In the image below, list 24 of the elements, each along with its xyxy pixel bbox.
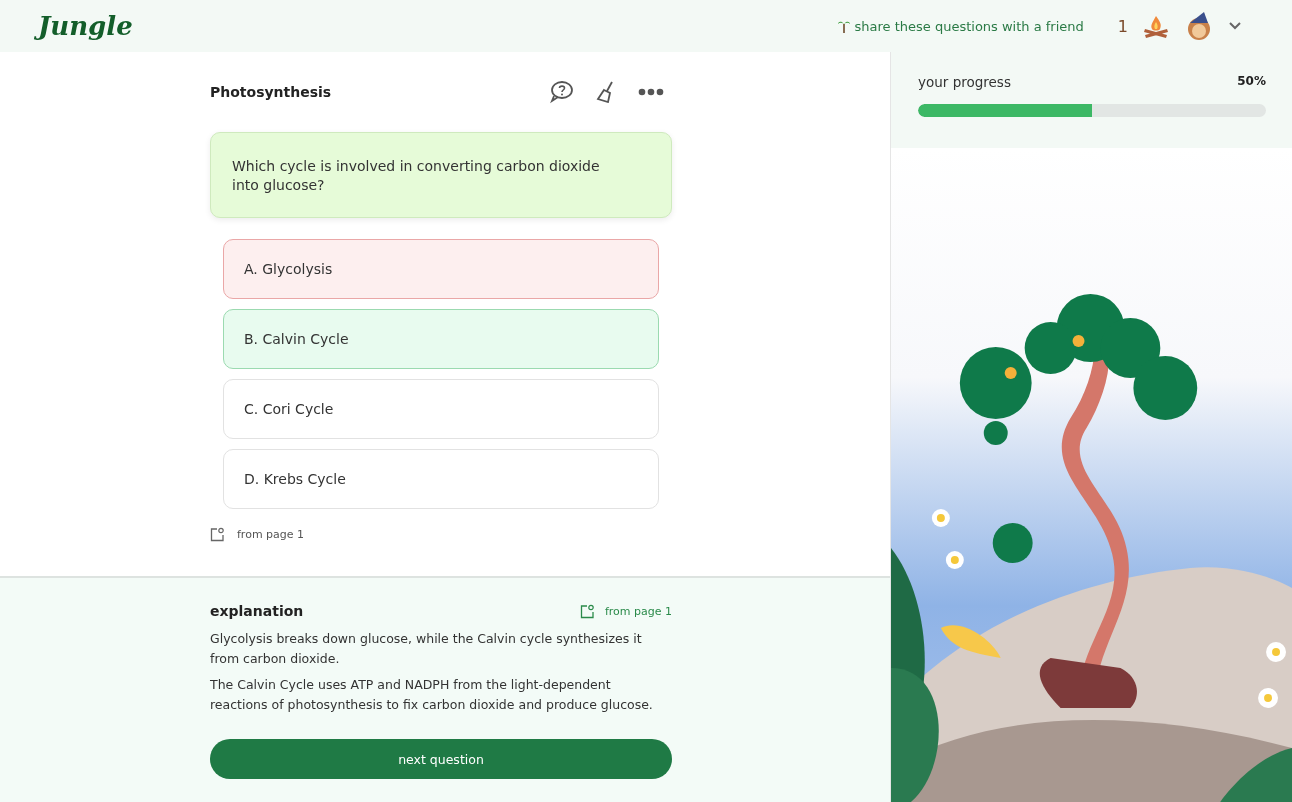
- answer-option[interactable]: D. Krebs Cycle: [223, 449, 659, 509]
- chevron-down-icon[interactable]: [1228, 21, 1242, 31]
- answer-option[interactable]: A. Glycolysis: [223, 239, 659, 299]
- broom-icon[interactable]: [596, 81, 616, 103]
- page-search-icon: [210, 527, 225, 542]
- streak-count: 1: [1117, 16, 1128, 36]
- campfire-icon: [1142, 14, 1170, 38]
- next-question-button[interactable]: next question: [210, 739, 672, 779]
- explanation-text: Glycolysis breaks down glucose, while the Calvin cycle synthesizes it from carbon dioxide.: [210, 630, 643, 668]
- explanation-title: explanation: [210, 603, 304, 619]
- more-icon[interactable]: [638, 88, 664, 96]
- page-search-icon: [579, 603, 595, 619]
- question-card: Which cycle is involved in converting carbon dioxide into glucose?: [210, 132, 672, 218]
- share-link[interactable]: share these questions with a friend: [836, 18, 1084, 34]
- progress-percent: 50%: [1237, 74, 1266, 90]
- explanation-text: The Calvin Cycle uses ATP and NADPH from the light-dependent reactions of photosynthesis to fix carbon dioxide and produce glucose.: [210, 676, 654, 714]
- palm-tree-icon: [836, 19, 851, 33]
- source-link[interactable]: from page 1: [579, 603, 672, 619]
- answer-option[interactable]: B. Calvin Cycle: [223, 309, 659, 369]
- quiz-title: Photosynthesis: [210, 84, 332, 100]
- progress-label: your progress: [918, 74, 1011, 90]
- source-label: from page 1: [237, 528, 305, 541]
- answer-option[interactable]: C. Cori Cycle: [223, 379, 659, 439]
- question-chat-icon[interactable]: [548, 80, 574, 104]
